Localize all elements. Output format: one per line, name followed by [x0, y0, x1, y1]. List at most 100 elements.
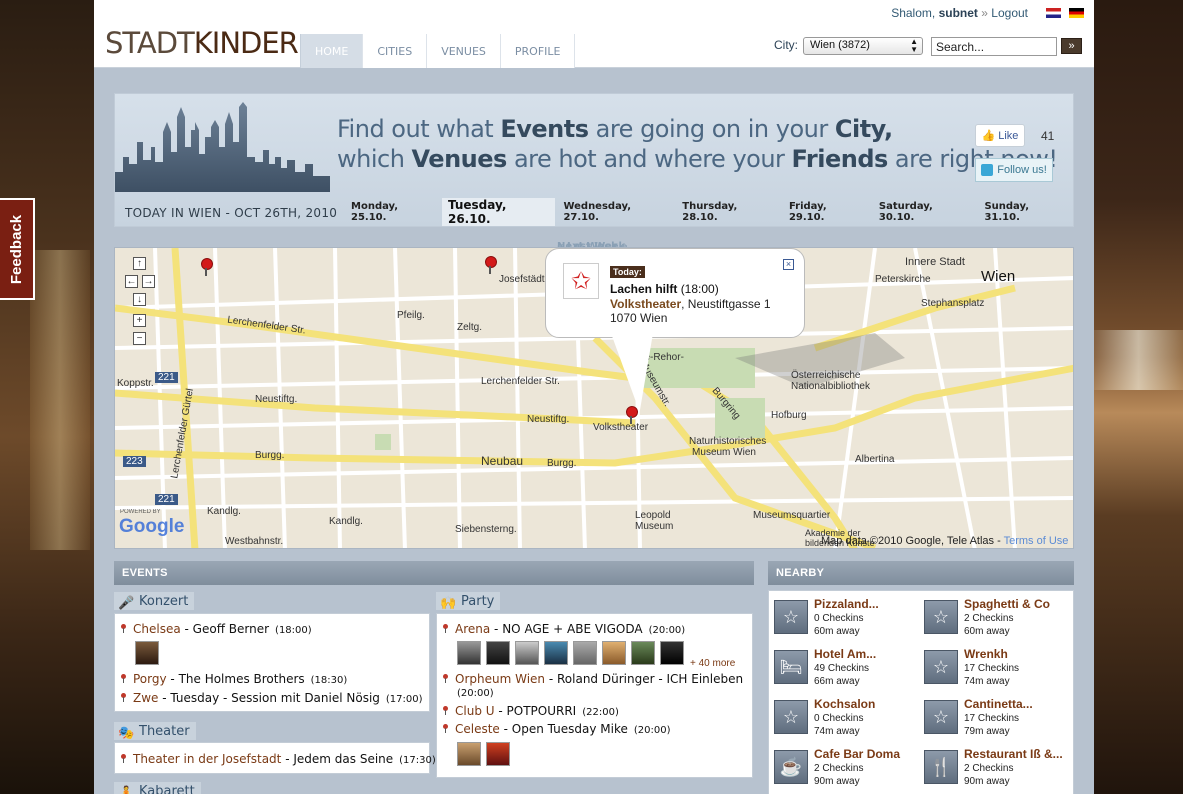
day-link-saturday[interactable]: Saturday, 30.10. — [871, 198, 977, 226]
day-link-thursday[interactable]: Thursday, 28.10. — [674, 198, 781, 226]
person-icon: 🧍 — [118, 785, 135, 794]
list-item[interactable]: Porgy - The Holmes Brothers (18:30) — [121, 672, 347, 686]
nearby-list: ☆ Pizzaland... 0 Checkins 60m away ☆ Spa… — [768, 590, 1074, 794]
avatar[interactable] — [660, 641, 684, 665]
thumbs-up-icon: 👍 — [981, 130, 996, 142]
nearby-item[interactable]: ☆ Pizzaland... 0 Checkins 60m away — [774, 596, 922, 642]
city-select[interactable]: Wien (3872) ▲ ▼ — [803, 37, 923, 55]
day-link-wednesday[interactable]: Wednesday, 27.10. — [555, 198, 674, 226]
map-zoom-in-icon[interactable]: + — [133, 314, 146, 327]
list-item[interactable]: Theater in der Josefstadt - Jedem das Se… — [121, 752, 436, 766]
list-item[interactable]: Arena - NO AGE + ABE VIGODA (20:00) — [443, 622, 685, 636]
username-link[interactable]: subnet — [939, 6, 978, 20]
day-link-monday[interactable]: Monday, 25.10. — [343, 198, 442, 226]
konzert-list: Chelsea - Geoff Berner (18:00) Porgy - Th… — [114, 613, 430, 712]
nearby-item[interactable]: ☆ Kochsalon 0 Checkins 74m away — [774, 696, 922, 742]
terms-of-use-link[interactable]: Terms of Use — [1004, 535, 1069, 547]
map-marker-pin-icon[interactable] — [201, 258, 213, 276]
language-flags — [1046, 8, 1084, 18]
star-icon: ☆ — [924, 600, 958, 634]
map-marker-pin-icon[interactable] — [485, 256, 497, 274]
pin-icon — [443, 706, 449, 715]
bubble-address: Volkstheater, Neustiftgasse 1 1070 Wien — [610, 297, 771, 325]
theater-list: Theater in der Josefstadt - Jedem das Se… — [114, 742, 436, 774]
search-button[interactable]: » — [1061, 38, 1082, 54]
avatar[interactable] — [486, 742, 510, 766]
list-item[interactable]: Celeste - Open Tuesday Mike (20:00) — [443, 722, 671, 736]
map[interactable]: Wien Innere Stadt Peterskirche Stephansp… — [114, 247, 1074, 549]
logo[interactable]: STADTKINDER — [105, 26, 299, 60]
map-label-siebensterng: Siebensterng. — [455, 524, 517, 535]
star-icon: ☆ — [924, 700, 958, 734]
avatar[interactable] — [457, 641, 481, 665]
twitter-follow-button[interactable]: Follow us! — [975, 158, 1053, 182]
map-label-burgg2: Burgg. — [547, 458, 577, 469]
more-attendees-link[interactable]: + 40 more — [690, 658, 735, 669]
nearby-item[interactable]: ☆ Cantinetta... 17 Checkins 79m away — [924, 696, 1072, 742]
tab-home[interactable]: HOME — [300, 34, 364, 68]
avatar[interactable] — [135, 641, 159, 665]
map-label-innere-stadt: Innere Stadt — [905, 256, 965, 268]
avatar[interactable] — [544, 641, 568, 665]
category-theater[interactable]: 🎭 Theater — [114, 722, 196, 741]
map-label-neubau: Neubau — [481, 454, 524, 468]
bubble-venue-link[interactable]: Volkstheater — [610, 297, 681, 311]
week-navigation: « Last Week Monday, 25.10. Tuesday, 26.1… — [343, 198, 1073, 252]
map-label-volkstheater: Volkstheater — [593, 422, 649, 433]
english-flag-icon[interactable] — [1046, 8, 1061, 18]
map-marker-pin-icon[interactable] — [626, 406, 638, 424]
map-pan-down-icon[interactable]: ↓ — [133, 293, 146, 306]
tab-cities[interactable]: CITIES — [363, 34, 428, 68]
map-label-kandlg2: Kandlg. — [329, 516, 363, 527]
avatar[interactable] — [631, 641, 655, 665]
list-item[interactable]: Zwe - Tuesday - Session mit Daniel Nösig… — [121, 691, 423, 705]
category-konzert[interactable]: 🎤 Konzert — [114, 592, 195, 611]
map-label-nationalbibliothek: Österreichische Nationalbibliothek — [791, 370, 870, 392]
pin-icon — [121, 693, 127, 702]
party-list: Arena - NO AGE + ABE VIGODA (20:00) + 40 … — [436, 613, 753, 778]
category-kabarett[interactable]: 🧍 Kabarett — [114, 782, 201, 794]
day-link-friday[interactable]: Friday, 29.10. — [781, 198, 871, 226]
logout-link[interactable]: Logout — [991, 6, 1028, 20]
map-label-burgg: Burgg. — [255, 450, 285, 461]
bubble-title[interactable]: Lachen hilft (18:00) — [610, 282, 719, 296]
day-link-sunday[interactable]: Sunday, 31.10. — [976, 198, 1073, 226]
list-item[interactable]: Orpheum Wien - Roland Düringer - ICH Ein… — [443, 672, 743, 686]
nearby-item[interactable]: ☆ Wrenkh 17 Checkins 74m away — [924, 646, 1072, 692]
list-item[interactable]: Chelsea - Geoff Berner (18:00) — [121, 622, 312, 636]
double-chevron-right-icon: » — [1068, 40, 1075, 52]
map-pan-right-icon[interactable]: → — [142, 275, 155, 288]
map-pan-left-icon[interactable]: ← — [125, 275, 138, 288]
bubble-today-tag: Today: — [610, 266, 645, 278]
nearby-item[interactable]: ☕ Cafe Bar Doma 2 Checkins 90m away — [774, 746, 922, 792]
tab-profile[interactable]: PROFILE — [500, 34, 576, 68]
nearby-item[interactable]: 🍴 Restaurant Iß &... 2 Checkins 90m away — [924, 746, 1072, 792]
avatar[interactable] — [486, 641, 510, 665]
pin-icon — [121, 754, 127, 763]
nearby-item[interactable]: 🛏 Hotel Am... 49 Checkins 66m away — [774, 646, 922, 692]
coffee-icon: ☕ — [774, 750, 808, 784]
map-pan-up-icon[interactable]: ↑ — [133, 257, 146, 270]
feedback-tab[interactable]: Feedback — [0, 198, 35, 300]
bubble-close-icon[interactable]: × — [783, 259, 794, 270]
map-zoom-out-icon[interactable]: − — [133, 332, 146, 345]
star-icon: ☆ — [924, 650, 958, 684]
day-link-tuesday[interactable]: Tuesday, 26.10. — [441, 198, 556, 226]
nearby-item[interactable]: ☆ Spaghetti & Co 2 Checkins 60m away — [924, 596, 1072, 642]
category-party[interactable]: 🙌 Party — [436, 592, 501, 611]
twitter-bird-icon — [981, 164, 994, 176]
avatar[interactable] — [515, 641, 539, 665]
cutlery-icon: 🍴 — [924, 750, 958, 784]
nearby-header: NEARBY — [768, 561, 1074, 585]
header: STADTKINDER HOME CITIES VENUES PROFILE S… — [94, 0, 1094, 68]
list-item[interactable]: Club U - POTPOURRI (22:00) — [443, 704, 619, 718]
german-flag-icon[interactable] — [1069, 8, 1084, 18]
avatar[interactable] — [602, 641, 626, 665]
tab-venues[interactable]: VENUES — [427, 34, 501, 68]
search-input[interactable] — [931, 37, 1057, 56]
facebook-like-button[interactable]: 👍 Like — [975, 124, 1025, 147]
avatar[interactable] — [573, 641, 597, 665]
avatar[interactable] — [457, 742, 481, 766]
map-label-wien: Wien — [981, 268, 1016, 285]
pin-icon — [443, 724, 449, 733]
